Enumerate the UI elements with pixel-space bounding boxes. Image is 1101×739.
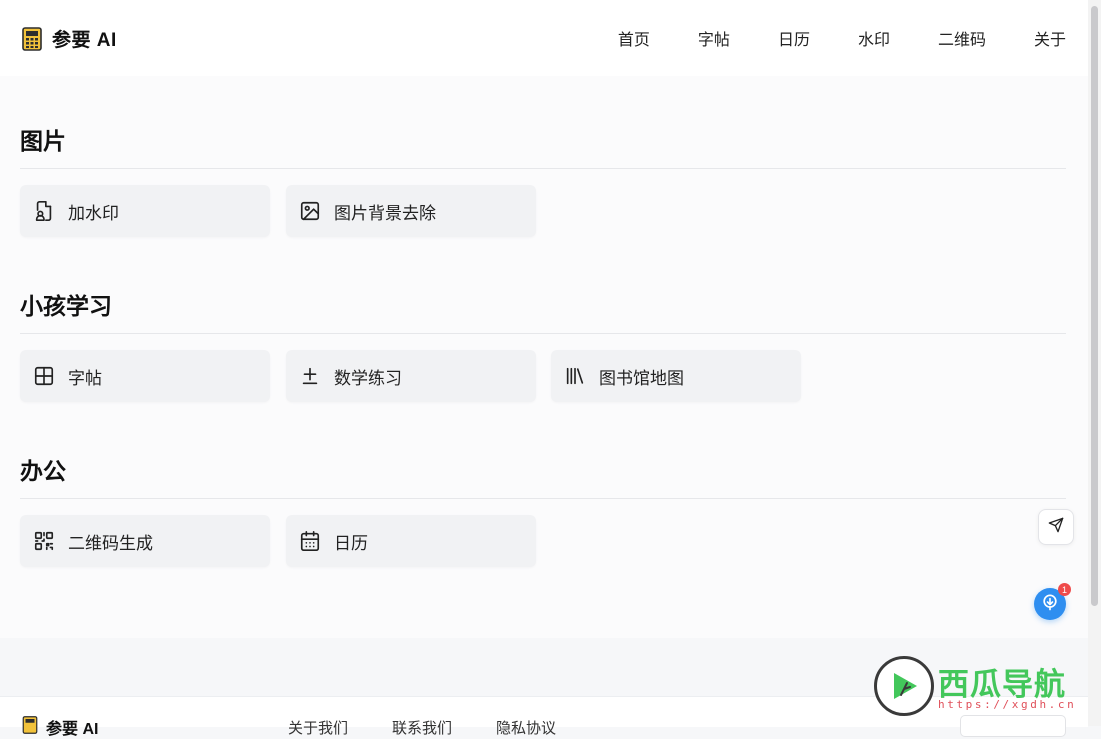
tool-card-label: 图片背景去除 bbox=[334, 203, 436, 223]
footer-link-contact-us[interactable]: 联系我们 bbox=[392, 717, 452, 738]
tool-card-remove-background[interactable]: 图片背景去除 bbox=[286, 185, 536, 237]
tool-card-math-practice[interactable]: 数学练习 bbox=[286, 350, 536, 402]
section-title-images: 图片 bbox=[20, 128, 66, 154]
tool-card-label: 二维码生成 bbox=[68, 533, 153, 553]
tool-card-label: 数学练习 bbox=[334, 368, 402, 388]
assistant-icon bbox=[1040, 592, 1060, 617]
notification-badge: 1 bbox=[1058, 583, 1071, 596]
watermark-url: https://xgdh.cn bbox=[938, 698, 1077, 711]
library-icon bbox=[564, 365, 586, 387]
nav-item-home[interactable]: 首页 bbox=[618, 26, 650, 50]
nav-item-copybook[interactable]: 字帖 bbox=[698, 26, 730, 50]
feedback-send-button[interactable] bbox=[1038, 509, 1074, 545]
calculator-icon bbox=[22, 715, 38, 739]
tool-card-qrcode-generator[interactable]: 二维码生成 bbox=[20, 515, 270, 567]
watermark-file-icon bbox=[33, 200, 55, 222]
section-divider bbox=[20, 333, 1066, 334]
footer-link-about-us[interactable]: 关于我们 bbox=[288, 717, 348, 738]
scrollbar-thumb[interactable] bbox=[1091, 6, 1098, 606]
qrcode-icon bbox=[33, 530, 55, 552]
page-scrollbar[interactable] bbox=[1088, 0, 1101, 726]
section-divider bbox=[20, 168, 1066, 169]
watermelon-logo-icon bbox=[874, 656, 934, 716]
footer-brand[interactable]: 参要 AI bbox=[22, 715, 98, 739]
tool-card-calendar[interactable]: 日历 bbox=[286, 515, 536, 567]
grid-icon bbox=[33, 365, 55, 387]
calendar-icon bbox=[299, 530, 321, 552]
site-watermark: 西瓜导航 https://xgdh.cn bbox=[874, 656, 1084, 722]
section-title-kids-learning: 小孩学习 bbox=[20, 293, 112, 319]
tool-card-label: 日历 bbox=[334, 533, 368, 553]
calculator-icon bbox=[22, 26, 42, 51]
plus-minus-icon bbox=[299, 365, 321, 387]
send-icon bbox=[1048, 517, 1064, 538]
brand-logo[interactable]: 参要 AI bbox=[22, 25, 117, 52]
main-content: 图片 加水印 图片背景去除 小孩学习 字帖 数学练习 图书馆地图 办公 二维码生… bbox=[0, 76, 1088, 638]
nav-item-calendar[interactable]: 日历 bbox=[778, 26, 810, 50]
brand-name: 参要 AI bbox=[52, 30, 117, 51]
tool-card-label: 加水印 bbox=[68, 203, 119, 223]
tool-card-watermark[interactable]: 加水印 bbox=[20, 185, 270, 237]
tool-card-copybook[interactable]: 字帖 bbox=[20, 350, 270, 402]
section-title-office: 办公 bbox=[20, 458, 66, 484]
tool-card-label: 图书馆地图 bbox=[599, 368, 684, 388]
footer-brand-name: 参要 AI bbox=[46, 721, 99, 738]
nav-item-about[interactable]: 关于 bbox=[1034, 26, 1066, 50]
nav-item-qrcode[interactable]: 二维码 bbox=[938, 26, 986, 50]
nav-item-watermark[interactable]: 水印 bbox=[858, 26, 890, 50]
section-divider bbox=[20, 498, 1066, 499]
top-header: 参要 AI 首页 字帖 日历 水印 二维码 关于 bbox=[0, 0, 1088, 76]
tool-card-label: 字帖 bbox=[68, 368, 102, 388]
footer-link-privacy[interactable]: 隐私协议 bbox=[496, 717, 556, 738]
main-nav: 首页 字帖 日历 水印 二维码 关于 bbox=[618, 26, 1066, 50]
tool-card-library-map[interactable]: 图书馆地图 bbox=[551, 350, 801, 402]
image-icon bbox=[299, 200, 321, 222]
